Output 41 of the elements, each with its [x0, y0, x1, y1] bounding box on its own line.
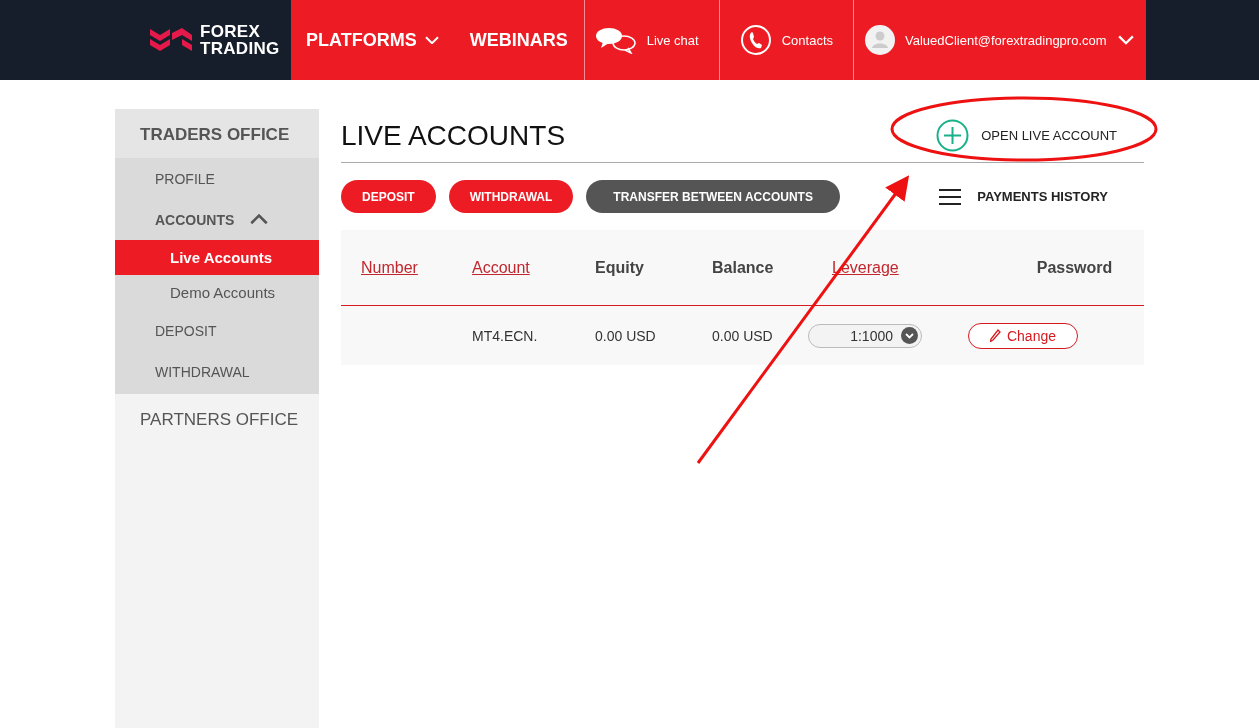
plus-circle-icon [936, 119, 970, 152]
action-button[interactable]: WITHDRAWAL [448, 180, 574, 213]
page-title: LIVE ACCOUNTS [341, 119, 566, 152]
sidebar-section-title[interactable]: TRADERS OFFICE [115, 109, 319, 158]
action-button[interactable]: TRANSFER BETWEEN ACCOUNTS [586, 180, 840, 213]
table-cell-text: 0.00 USD [712, 327, 774, 344]
header-action-link[interactable]: Contacts [718, 0, 853, 80]
chevron-down-icon [424, 35, 439, 45]
avatar-icon [865, 25, 895, 55]
chevron-up-icon [250, 214, 269, 225]
menu-icon [939, 188, 962, 205]
table-cell-text: 0.00 USD [595, 327, 657, 344]
sidebar-subitem[interactable]: Live Accounts [115, 240, 319, 275]
column-header[interactable]: Number [361, 258, 472, 277]
table-cell-text: MT4.ECN. [472, 327, 539, 344]
nav-menu-item[interactable]: PLATFORMS [291, 0, 455, 80]
logo-chevrons-icon [150, 27, 192, 53]
payments-history-link[interactable]: PAYMENTS HISTORY [939, 188, 1108, 205]
sidebar-item[interactable]: PROFILE [115, 158, 319, 199]
phone-icon [739, 24, 772, 56]
sidebar-item[interactable]: ACCOUNTS [115, 199, 319, 240]
chat-bubbles-icon [594, 26, 637, 54]
user-menu[interactable]: ValuedClient@forextradingpro.com [853, 0, 1146, 80]
change-password-button[interactable]: Change [968, 322, 1078, 349]
open-account-link[interactable]: OPEN LIVE ACCOUNT [936, 119, 1117, 152]
column-header[interactable]: Account [472, 258, 595, 277]
sidebar-item[interactable]: WITHDRAWAL [115, 351, 319, 392]
header-action-link[interactable]: Live chat [583, 0, 719, 80]
logo-text: FOREX TRADING [200, 23, 280, 57]
column-header: Balance [712, 258, 775, 277]
chevron-down-icon [1118, 35, 1134, 45]
leverage-select[interactable]: 1:1000 [808, 323, 922, 348]
chevron-down-icon [901, 327, 918, 344]
column-header: Equity [595, 258, 645, 277]
user-email: ValuedClient@forextradingpro.com [905, 32, 1108, 48]
sidebar-item[interactable]: DEPOSIT [115, 310, 319, 351]
sidebar-subitem[interactable]: Demo Accounts [115, 275, 319, 310]
action-button[interactable]: DEPOSIT [341, 180, 436, 213]
pencil-icon [989, 329, 1001, 342]
nav-menu-item[interactable]: WEBINARS [454, 0, 584, 80]
column-header: Password [1035, 258, 1114, 277]
